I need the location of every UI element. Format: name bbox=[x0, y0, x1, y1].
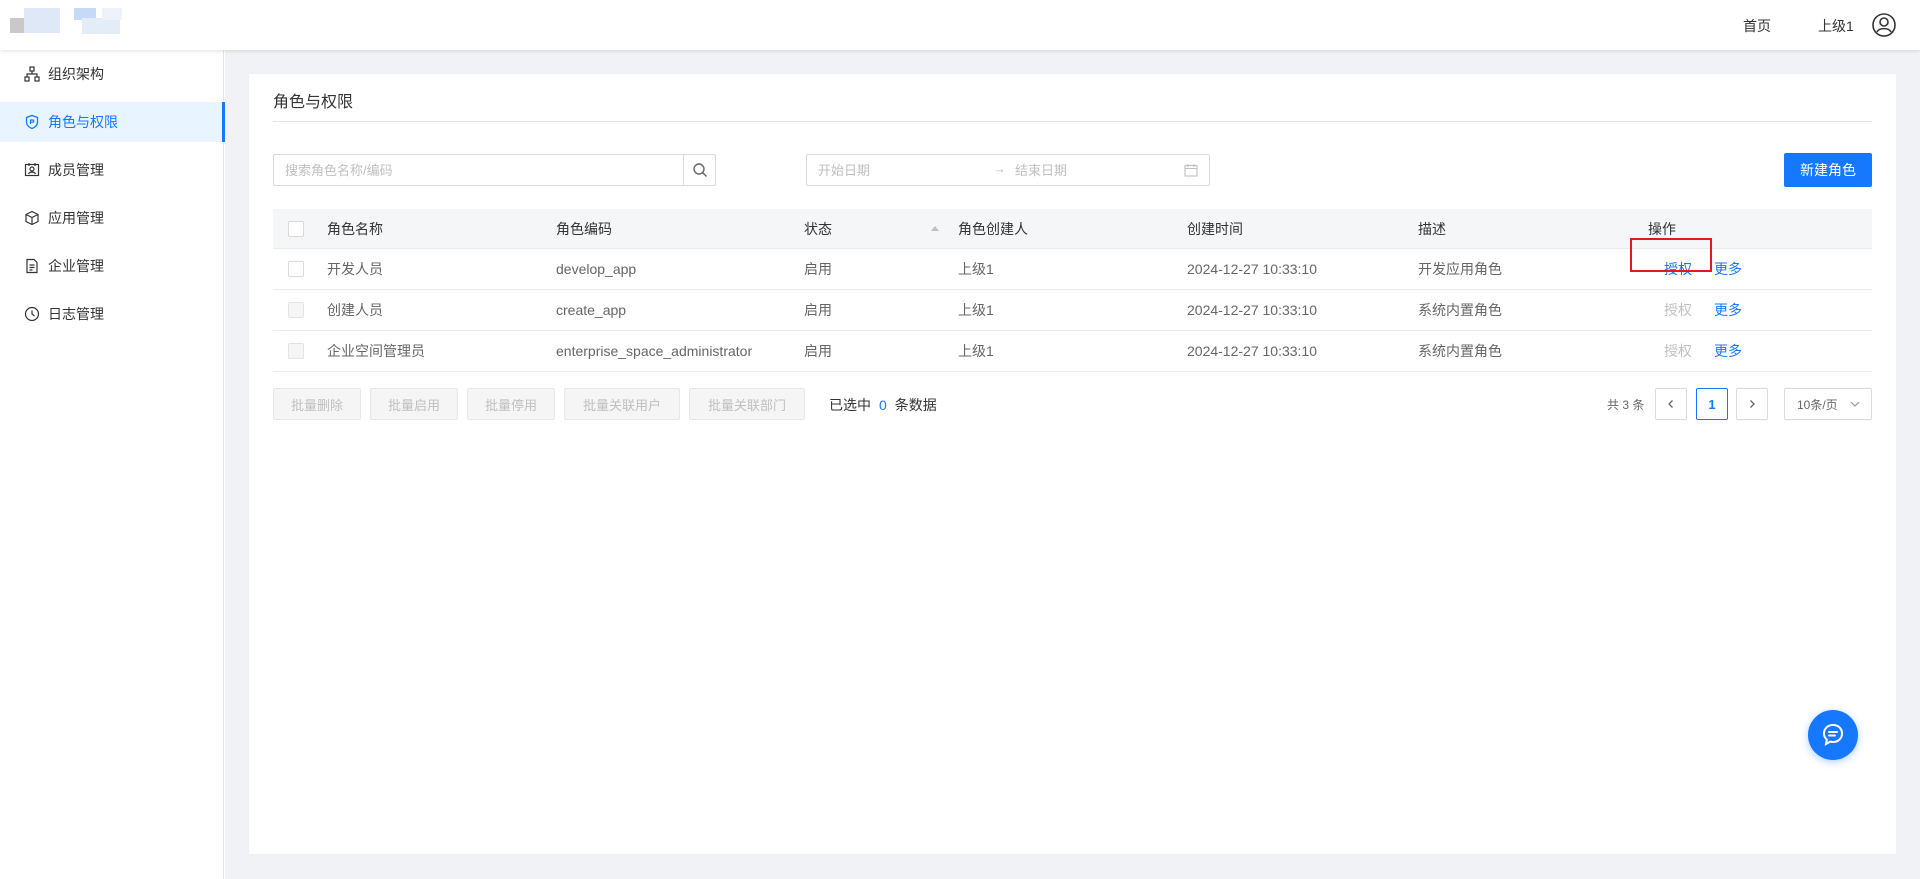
column-header: 角色编码 bbox=[556, 221, 612, 237]
more-link[interactable]: 更多 bbox=[1714, 331, 1742, 371]
chevron-left-icon bbox=[1668, 400, 1673, 408]
role-code: create_app bbox=[556, 302, 627, 318]
sidebar-item-label: 成员管理 bbox=[48, 162, 104, 178]
row-checkbox bbox=[288, 302, 304, 318]
role-code: enterprise_space_administrator bbox=[556, 343, 753, 359]
chevron-right-icon bbox=[1750, 400, 1755, 408]
role-description: 系统内置角色 bbox=[1418, 302, 1502, 318]
more-link[interactable]: 更多 bbox=[1714, 290, 1742, 330]
role-status: 启用 bbox=[804, 261, 832, 277]
sidebar-item-logs[interactable]: 日志管理 bbox=[0, 294, 224, 334]
role-created-at: 2024-12-27 10:33:10 bbox=[1187, 343, 1317, 359]
authorize-link: 授权 bbox=[1664, 302, 1692, 318]
chevron-down-icon bbox=[1849, 398, 1861, 413]
shield-icon bbox=[24, 114, 40, 130]
sidebar-item-label: 日志管理 bbox=[48, 306, 104, 322]
sidebar-item-org[interactable]: 组织架构 bbox=[0, 54, 224, 94]
select-all-checkbox[interactable] bbox=[288, 221, 304, 237]
row-checkbox[interactable] bbox=[288, 261, 304, 277]
role-creator: 上级1 bbox=[958, 302, 994, 318]
content-card bbox=[249, 74, 1896, 854]
role-creator: 上级1 bbox=[958, 343, 994, 359]
end-date-input[interactable] bbox=[1015, 155, 1165, 185]
start-date-input[interactable] bbox=[818, 155, 988, 185]
batch-enable-button: 批量启用 bbox=[370, 388, 458, 420]
cube-icon bbox=[24, 210, 40, 226]
user-circle-icon[interactable] bbox=[1871, 12, 1897, 38]
role-created-at: 2024-12-27 10:33:10 bbox=[1187, 302, 1317, 318]
batch-link-users-button: 批量关联用户 bbox=[564, 388, 680, 420]
table-row: 创建人员 create_app 启用 上级1 2024-12-27 10:33:… bbox=[273, 290, 1872, 331]
page-number-button[interactable]: 1 bbox=[1696, 388, 1728, 420]
role-name: 创建人员 bbox=[327, 302, 383, 318]
divider bbox=[273, 121, 1872, 122]
search-icon bbox=[692, 163, 707, 177]
page-size-select[interactable]: 10条/页 bbox=[1784, 388, 1872, 420]
selection-prefix: 已选中 bbox=[829, 397, 871, 413]
batch-delete-button: 批量删除 bbox=[273, 388, 361, 420]
sort-arrow-icon[interactable] bbox=[931, 226, 939, 231]
sidebar: 组织架构 角色与权限 成员管理 应用管理 企业管理 日志管理 bbox=[0, 50, 225, 879]
role-creator: 上级1 bbox=[958, 261, 994, 277]
prev-page-button[interactable] bbox=[1655, 388, 1687, 420]
page-title: 角色与权限 bbox=[273, 94, 354, 111]
sidebar-item-label: 应用管理 bbox=[48, 210, 104, 226]
new-role-button[interactable]: 新建角色 bbox=[1784, 153, 1872, 187]
chat-bot-icon bbox=[1822, 723, 1844, 746]
search-button[interactable] bbox=[683, 155, 715, 185]
calendar-icon[interactable] bbox=[1184, 163, 1198, 182]
role-code: develop_app bbox=[556, 261, 637, 277]
batch-link-depts-button: 批量关联部门 bbox=[689, 388, 805, 420]
search-input[interactable] bbox=[274, 155, 685, 185]
role-name: 开发人员 bbox=[327, 261, 383, 277]
column-header: 角色创建人 bbox=[958, 221, 1028, 237]
highlight-annotation bbox=[1630, 238, 1712, 272]
date-separator: → bbox=[993, 161, 1006, 176]
column-header: 创建时间 bbox=[1187, 221, 1243, 237]
role-description: 系统内置角色 bbox=[1418, 343, 1502, 359]
search-box bbox=[273, 154, 716, 186]
batch-disable-button: 批量停用 bbox=[467, 388, 555, 420]
next-page-button[interactable] bbox=[1736, 388, 1768, 420]
row-checkbox bbox=[288, 343, 304, 359]
sidebar-item-label: 企业管理 bbox=[48, 258, 104, 274]
member-card-icon bbox=[24, 162, 40, 178]
assistant-float-button[interactable] bbox=[1808, 710, 1858, 760]
column-header: 描述 bbox=[1418, 221, 1446, 237]
authorize-link: 授权 bbox=[1664, 343, 1692, 359]
role-created-at: 2024-12-27 10:33:10 bbox=[1187, 261, 1317, 277]
column-header: 角色名称 bbox=[327, 221, 383, 237]
total-count: 共 3 条 bbox=[1607, 398, 1645, 412]
sidebar-item-enterprise[interactable]: 企业管理 bbox=[0, 246, 224, 286]
role-description: 开发应用角色 bbox=[1418, 261, 1502, 277]
sidebar-item-label: 组织架构 bbox=[48, 66, 104, 82]
page-size-value: 10条/页 bbox=[1797, 397, 1838, 412]
sidebar-item-apps[interactable]: 应用管理 bbox=[0, 198, 224, 238]
home-link[interactable]: 首页 bbox=[1743, 16, 1771, 36]
document-icon bbox=[24, 258, 40, 274]
sidebar-item-label: 角色与权限 bbox=[48, 114, 118, 130]
role-status: 启用 bbox=[804, 343, 832, 359]
column-header: 状态 bbox=[804, 221, 832, 237]
selection-info: 已选中 0 条数据 bbox=[829, 395, 937, 415]
user-name[interactable]: 上级1 bbox=[1818, 16, 1854, 36]
role-name: 企业空间管理员 bbox=[327, 343, 425, 359]
sidebar-item-members[interactable]: 成员管理 bbox=[0, 150, 224, 190]
clock-icon bbox=[24, 306, 40, 322]
table-row: 企业空间管理员 enterprise_space_administrator 启… bbox=[273, 331, 1872, 372]
org-chart-icon bbox=[24, 66, 40, 82]
selection-count: 0 bbox=[879, 397, 887, 413]
selection-suffix: 条数据 bbox=[894, 397, 937, 413]
top-header: 首页 上级1 bbox=[0, 0, 1920, 50]
logo bbox=[10, 8, 126, 40]
date-range-picker: → bbox=[806, 154, 1210, 186]
sidebar-item-roles[interactable]: 角色与权限 bbox=[0, 102, 225, 142]
more-link[interactable]: 更多 bbox=[1714, 249, 1742, 289]
role-status: 启用 bbox=[804, 302, 832, 318]
